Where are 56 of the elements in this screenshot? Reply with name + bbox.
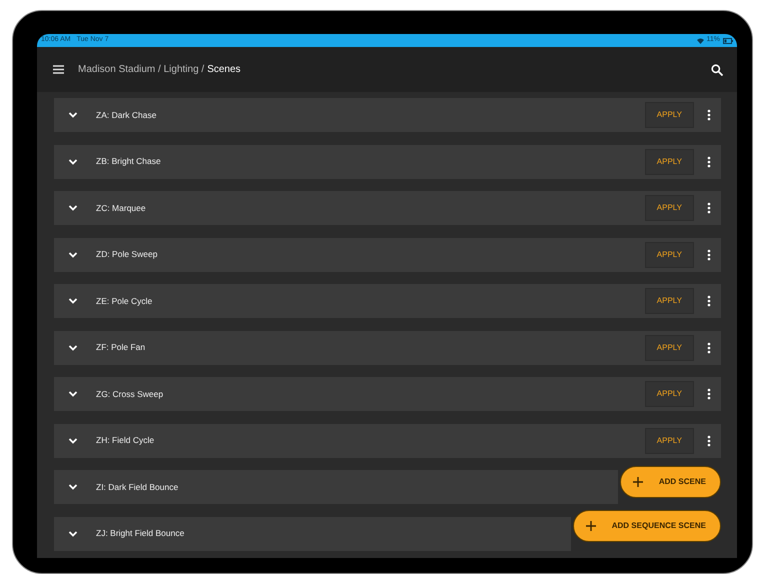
more-options-icon[interactable]	[707, 434, 711, 446]
scene-row[interactable]: ZD: Pole Sweep APPLY	[54, 238, 721, 272]
chevron-down-icon[interactable]	[68, 110, 78, 120]
scene-row[interactable]: ZH: Field Cycle APPLY	[54, 424, 721, 458]
apply-button[interactable]: APPLY	[644, 242, 694, 268]
scene-name: ZA: Dark Chase	[96, 108, 156, 122]
scene-row[interactable]: ZI: Dark Field Bounce	[54, 470, 618, 504]
scene-row[interactable]: ZG: Cross Sweep APPLY	[54, 377, 721, 411]
add-scene-button[interactable]: ADD SCENE	[620, 466, 721, 498]
scene-name: ZE: Pole Cycle	[96, 294, 152, 308]
apply-button[interactable]: APPLY	[644, 381, 694, 407]
more-options-icon[interactable]	[707, 248, 711, 260]
chevron-down-icon[interactable]	[68, 156, 78, 166]
apply-button[interactable]: APPLY	[644, 288, 694, 314]
add-scene-button[interactable]: ADD SEQUENCE SCENE	[572, 510, 721, 542]
battery-icon	[723, 38, 733, 44]
chevron-down-icon[interactable]	[68, 436, 78, 446]
scene-row[interactable]: ZB: Bright Chase APPLY	[54, 144, 721, 178]
wifi-icon	[696, 38, 704, 44]
more-options-icon[interactable]	[707, 295, 711, 307]
chevron-down-icon[interactable]	[68, 342, 78, 352]
page-title: Scenes	[207, 63, 241, 77]
scene-row[interactable]: ZJ: Bright Field Bounce	[54, 516, 571, 550]
search-icon[interactable]	[711, 64, 723, 76]
scene-name: ZG: Cross Sweep	[96, 388, 164, 400]
more-options-icon[interactable]	[707, 388, 711, 400]
chevron-down-icon[interactable]	[68, 389, 78, 399]
scene-name: ZH: Field Cycle	[96, 434, 154, 447]
chevron-down-icon[interactable]	[68, 296, 78, 306]
apply-button[interactable]: APPLY	[644, 102, 694, 128]
apply-button[interactable]: APPLY	[644, 428, 694, 454]
scene-name: ZF: Pole Fan	[96, 341, 146, 354]
plus-icon	[586, 521, 596, 531]
breadcrumb-path: Madison Stadium / Lighting /	[78, 63, 204, 77]
more-options-icon[interactable]	[707, 202, 711, 214]
scene-name: ZB: Bright Chase	[96, 155, 161, 168]
more-options-icon[interactable]	[707, 342, 711, 354]
scene-row[interactable]: ZE: Pole Cycle APPLY	[54, 284, 721, 318]
chevron-down-icon[interactable]	[68, 528, 78, 538]
scene-row[interactable]: ZC: Marquee APPLY	[54, 191, 721, 225]
chevron-down-icon[interactable]	[68, 203, 78, 213]
chevron-down-icon[interactable]	[68, 250, 78, 260]
more-options-icon[interactable]	[707, 109, 711, 121]
apply-button[interactable]: APPLY	[644, 195, 694, 221]
scene-row[interactable]: ZA: Dark Chase APPLY	[54, 98, 721, 132]
scene-name: ZC: Marquee	[96, 202, 146, 214]
scene-name: ZJ: Bright Field Bounce	[96, 527, 184, 540]
menu-icon[interactable]	[53, 65, 64, 74]
apply-button[interactable]: APPLY	[644, 148, 694, 174]
more-options-icon[interactable]	[707, 156, 711, 168]
plus-icon	[632, 477, 643, 487]
chevron-down-icon[interactable]	[68, 482, 78, 492]
scene-name: ZI: Dark Field Bounce	[96, 480, 178, 494]
scene-row[interactable]: ZF: Pole Fan APPLY	[54, 330, 721, 364]
scene-name: ZD: Pole Sweep	[96, 248, 158, 261]
apply-button[interactable]: APPLY	[644, 334, 694, 360]
